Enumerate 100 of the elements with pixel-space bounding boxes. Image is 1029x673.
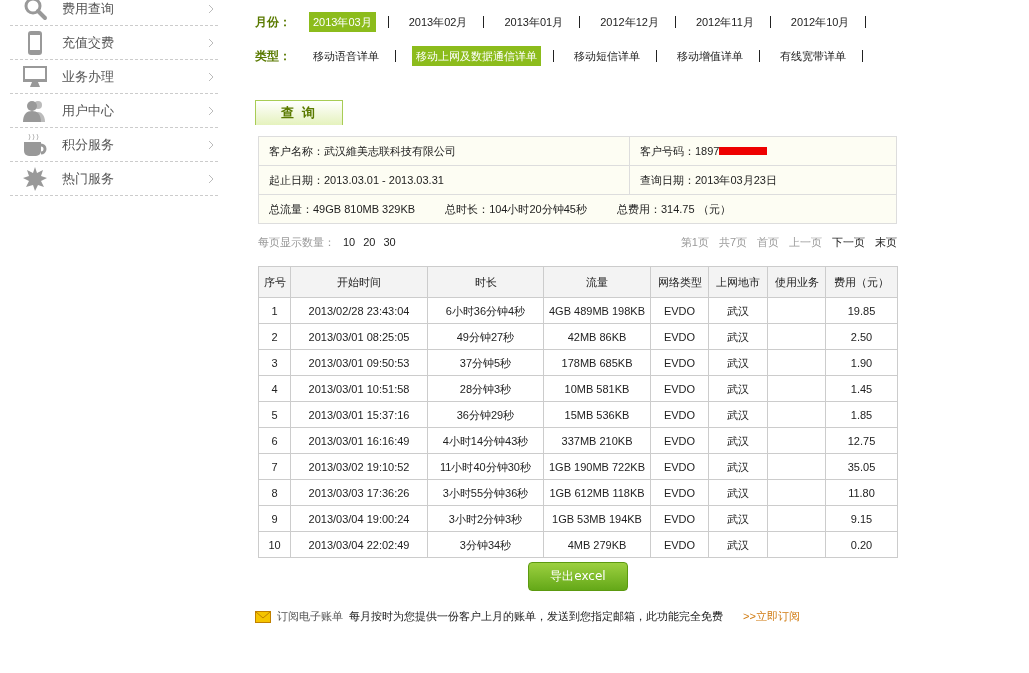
table-cell: EVDO xyxy=(650,479,709,506)
table-cell: 0.20 xyxy=(825,531,898,558)
filter-option[interactable]: 2013年02月 xyxy=(404,12,472,32)
table-cell: 7 xyxy=(258,453,291,480)
page-size-option[interactable]: 30 xyxy=(383,235,396,248)
menu-item[interactable]: 积分服务 xyxy=(10,128,218,162)
page-size-option[interactable]: 10 xyxy=(343,235,356,248)
table-cell: 37分钟5秒 xyxy=(427,349,544,376)
monitor-icon xyxy=(22,63,48,90)
table-cell: 11小时40分钟30秒 xyxy=(427,453,544,480)
chevron-icon xyxy=(208,71,214,82)
table-cell: 2013/03/01 09:50:53 xyxy=(290,349,428,376)
query-tab[interactable]: 查 询 xyxy=(255,100,343,125)
table-cell: 1.90 xyxy=(825,349,898,376)
table-cell: 3小时2分钟3秒 xyxy=(427,505,544,532)
table-cell: 10MB 581KB xyxy=(543,375,651,402)
filter-label: 类型： xyxy=(255,48,292,65)
chevron-icon xyxy=(208,3,214,14)
table-cell: 6小时36分钟4秒 xyxy=(427,297,544,324)
table-cell: EVDO xyxy=(650,349,709,376)
total-duration: 总时长：104小时20分钟45秒 xyxy=(445,201,587,217)
table-cell: 2013/03/04 19:00:24 xyxy=(290,505,428,532)
chevron-icon xyxy=(208,105,214,116)
table-cell: 4小时14分钟43秒 xyxy=(427,427,544,454)
table-cell: 8 xyxy=(258,479,291,506)
column-header: 使用业务 xyxy=(767,266,826,298)
table-cell: EVDO xyxy=(650,427,709,454)
column-header: 开始时间 xyxy=(290,266,428,298)
table-cell: 337MB 210KB xyxy=(543,427,651,454)
table-cell: EVDO xyxy=(650,505,709,532)
total-traffic: 总流量：49GB 810MB 329KB xyxy=(269,201,416,217)
table-cell: 3分钟34秒 xyxy=(427,531,544,558)
column-header: 流量 xyxy=(543,266,651,298)
table-cell: 3 xyxy=(258,349,291,376)
page-size-label: 每页显示数量： xyxy=(258,235,335,248)
table-cell: EVDO xyxy=(650,323,709,350)
magnifier-icon xyxy=(22,0,48,22)
subscribe-title: 订阅电子账单 xyxy=(277,609,343,624)
menu-item[interactable]: 用户中心 xyxy=(10,94,218,128)
table-cell: 4 xyxy=(258,375,291,402)
filter-option[interactable]: 2012年11月 xyxy=(691,12,758,32)
table-cell: 11.80 xyxy=(825,479,898,506)
table-cell: 武汉 xyxy=(708,427,768,454)
filter-label: 月份： xyxy=(255,14,292,31)
table-cell: 武汉 xyxy=(708,375,768,402)
chevron-icon xyxy=(208,173,214,184)
table-cell: 2013/03/01 15:37:16 xyxy=(290,401,428,428)
customer-number-text: 客户号码：1897 xyxy=(640,143,720,159)
menu-item[interactable]: 业务办理 xyxy=(10,60,218,94)
table-cell: 19.85 xyxy=(825,297,898,324)
table-cell: EVDO xyxy=(650,297,709,324)
table-cell: 1.85 xyxy=(825,401,898,428)
table-cell: 2013/03/02 19:10:52 xyxy=(290,453,428,480)
table-cell: 2013/03/04 22:02:49 xyxy=(290,531,428,558)
column-header: 费用（元） xyxy=(825,266,898,298)
table-cell: 武汉 xyxy=(708,505,768,532)
table-cell: 2 xyxy=(258,323,291,350)
filter-option[interactable]: 2012年12月 xyxy=(596,12,663,32)
filter-option[interactable]: 移动增值详单 xyxy=(673,46,747,66)
table-cell: 49分钟27秒 xyxy=(427,323,544,350)
filter-option[interactable]: 移动语音详单 xyxy=(309,46,383,66)
table-cell: 12.75 xyxy=(825,427,898,454)
page-size-option[interactable]: 20 xyxy=(363,235,376,248)
menu-item[interactable]: 费用查询 xyxy=(10,0,218,26)
customer-name: 客户名称：武汉維美志联科技有限公司 xyxy=(259,137,630,165)
menu-item[interactable]: 充值交费 xyxy=(10,26,218,60)
table-cell: 178MB 685KB xyxy=(543,349,651,376)
pagination-link[interactable]: 末页 xyxy=(875,235,897,248)
coffee-cup-icon xyxy=(22,131,48,158)
table-cell: 28分钟3秒 xyxy=(427,375,544,402)
table-cell: 2013/03/01 08:25:05 xyxy=(290,323,428,350)
filter-option[interactable]: 有线宽带详单 xyxy=(776,46,850,66)
table-cell: 2013/03/01 10:51:58 xyxy=(290,375,428,402)
envelope-icon xyxy=(255,610,271,623)
table-cell: 武汉 xyxy=(708,323,768,350)
table-cell: 1GB 190MB 722KB xyxy=(543,453,651,480)
filter-option[interactable]: 2012年10月 xyxy=(786,12,854,32)
date-range: 起止日期：2013.03.01 - 2013.03.31 xyxy=(259,166,630,194)
table-cell: 42MB 86KB xyxy=(543,323,651,350)
table-cell: 1.45 xyxy=(825,375,898,402)
filter-option[interactable]: 2013年01月 xyxy=(500,12,568,32)
table-cell: 2.50 xyxy=(825,323,898,350)
table-cell: 4GB 489MB 198KB xyxy=(543,297,651,324)
total-fee: 总费用：314.75 （元） xyxy=(616,201,731,217)
column-header: 序号 xyxy=(258,266,291,298)
table-cell: 36分钟29秒 xyxy=(427,401,544,428)
table-cell: 武汉 xyxy=(708,453,768,480)
table-cell: 35.05 xyxy=(825,453,898,480)
table-cell: EVDO xyxy=(650,531,709,558)
table-cell: 6 xyxy=(258,427,291,454)
menu-item[interactable]: 热门服务 xyxy=(10,162,218,196)
table-cell: 5 xyxy=(258,401,291,428)
filter-option[interactable]: 移动短信详单 xyxy=(570,46,644,66)
table-cell: 10 xyxy=(258,531,291,558)
table-cell: 3小时55分钟36秒 xyxy=(427,479,544,506)
table-cell: EVDO xyxy=(650,375,709,402)
table-cell: 4MB 279KB xyxy=(543,531,651,558)
table-cell: 15MB 536KB xyxy=(543,401,651,428)
table-cell: EVDO xyxy=(650,401,709,428)
pagination-link[interactable]: 下一页 xyxy=(832,235,865,248)
